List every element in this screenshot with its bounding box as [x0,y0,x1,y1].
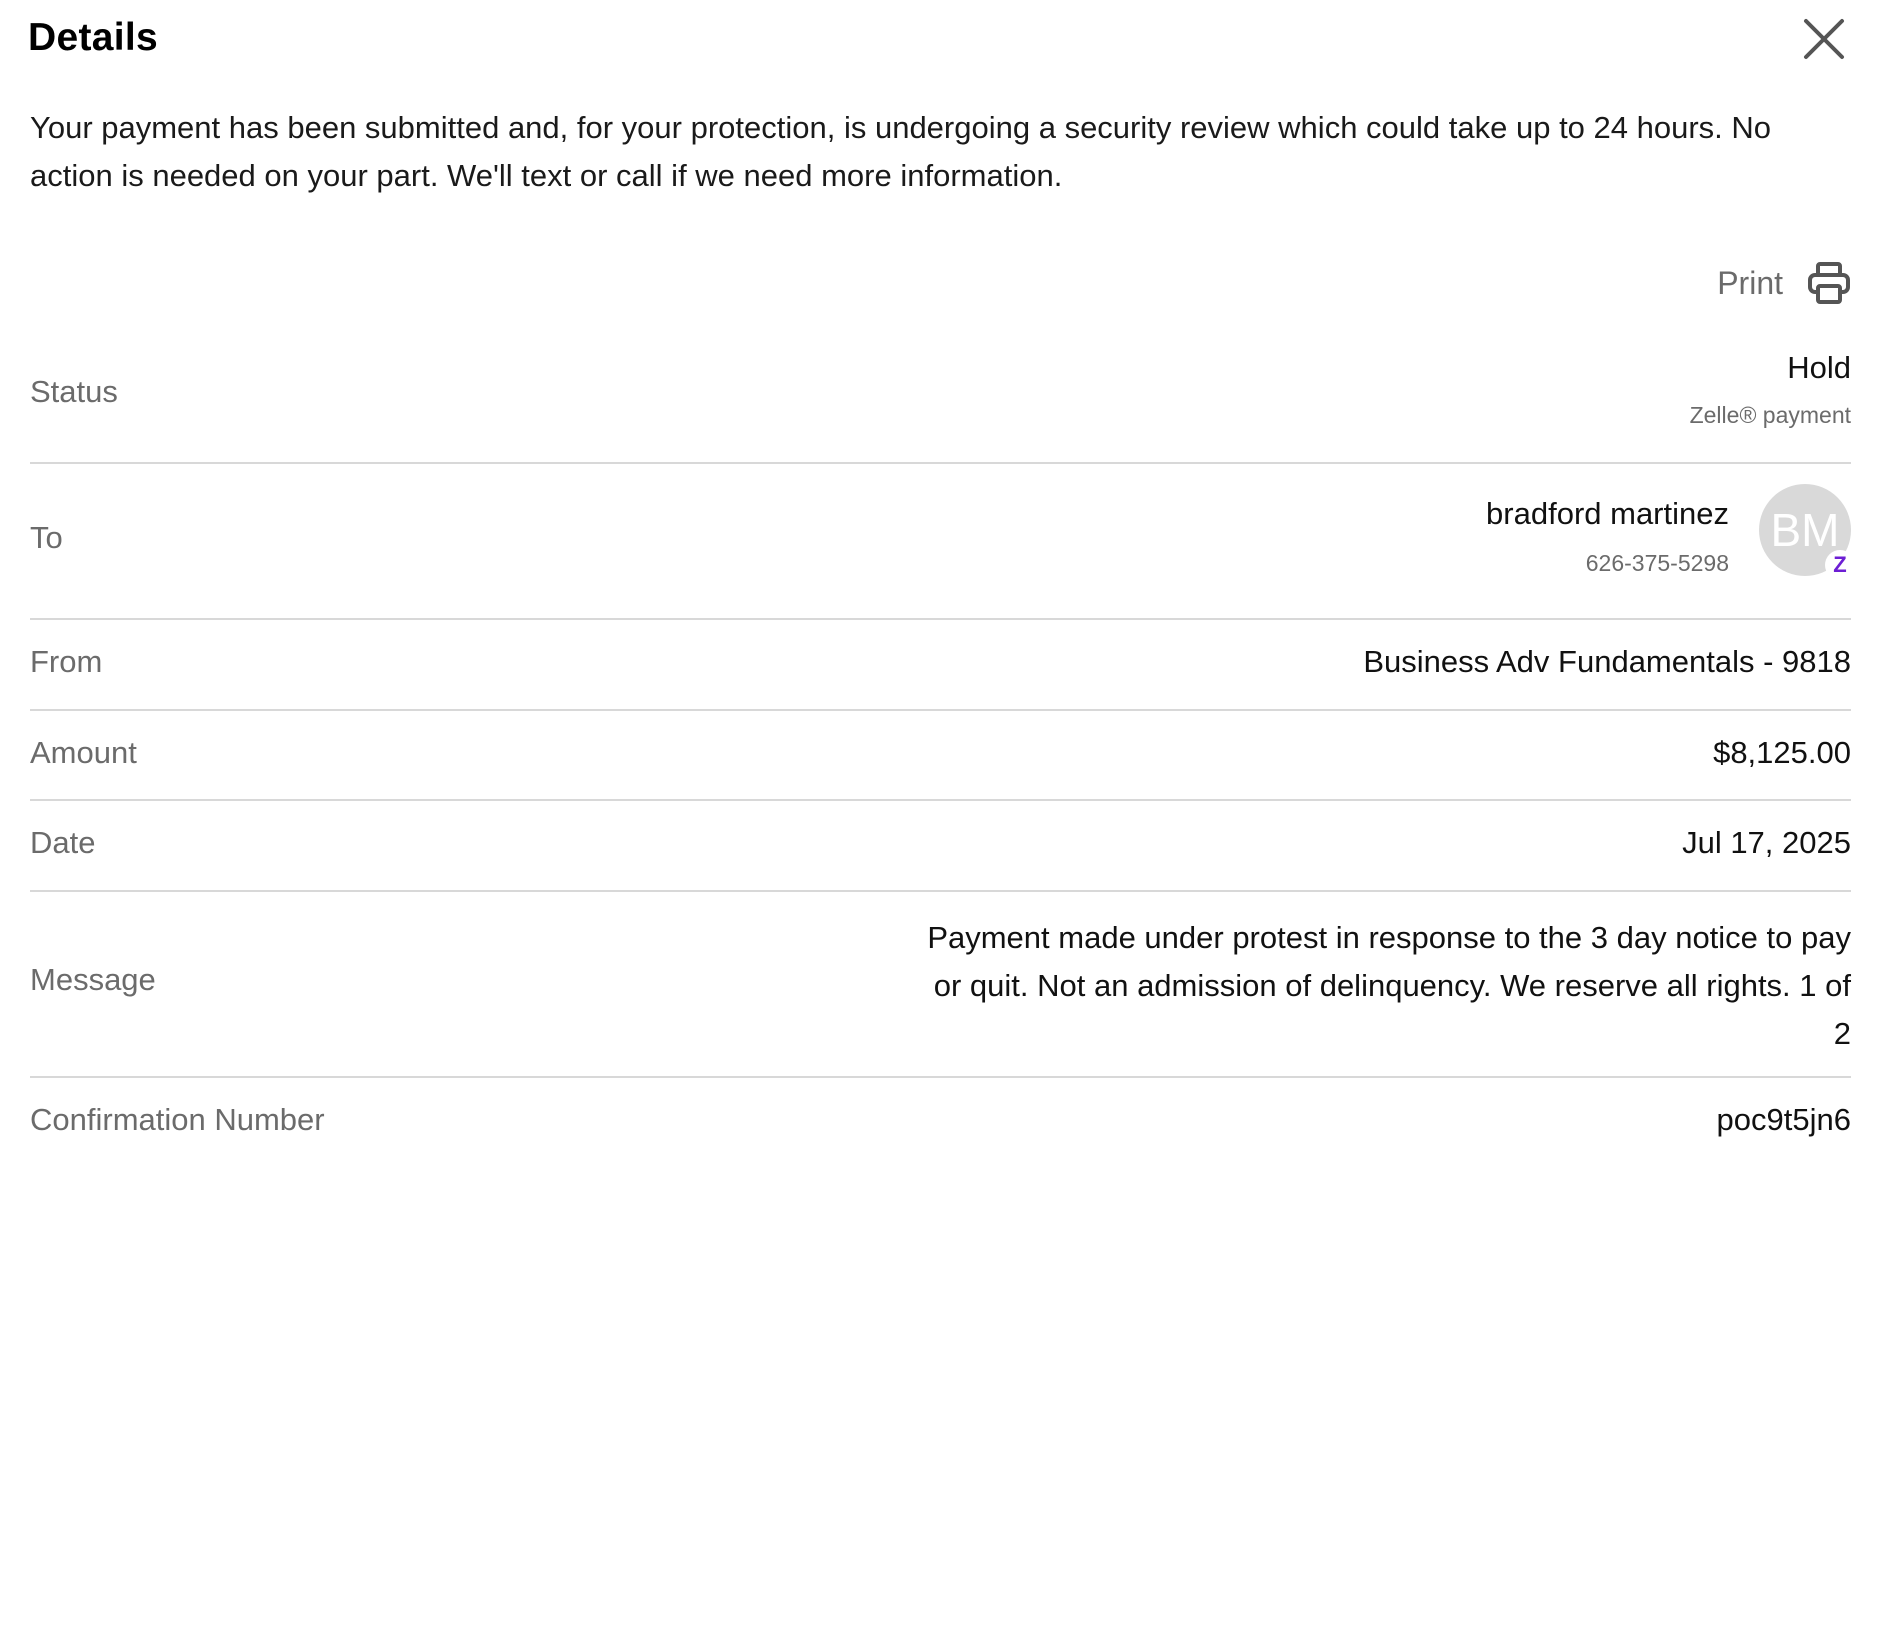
from-account: Business Adv Fundamentals - 9818 [1363,644,1851,679]
avatar-initials: BM [1770,504,1840,556]
recipient-row: To bradford martinez 626-375-5298 BM Z [30,464,1855,620]
from-label: From [30,644,103,679]
print-button[interactable]: Print [1717,258,1851,308]
panel-header: Details [28,0,1851,84]
message-text: Payment made under protest in response t… [927,914,1851,1058]
status-row: Status Hold Zelle® payment [30,338,1851,464]
status-value: Hold [1787,350,1851,385]
details-list: Status Hold Zelle® payment To bradford m… [30,338,1855,1168]
recipient-name: bradford martinez [1486,496,1729,531]
payment-type: Zelle® payment [1689,402,1851,428]
close-button[interactable] [1797,12,1851,66]
close-icon [1804,19,1844,59]
message-line-1: Payment made under protest in response t… [927,920,1851,955]
zelle-glyph: Z [1833,552,1847,577]
status-label: Status [30,374,118,409]
avatar: BM Z [1759,484,1855,580]
recipient-phone: 626-375-5298 [1585,550,1729,576]
amount-label: Amount [30,735,137,770]
page-title: Details [28,16,158,59]
to-label: To [30,520,63,555]
date-label: Date [30,825,96,860]
confirmation-number: poc9t5jn6 [1716,1102,1851,1137]
printer-icon [1807,261,1851,305]
confirmation-row: Confirmation Number poc9t5jn6 [30,1078,1851,1168]
date-row: Date Jul 17, 2025 [30,801,1851,892]
message-label: Message [30,962,156,997]
security-review-notice: Your payment has been submitted and, for… [30,110,1772,193]
message-row: Message Payment made under protest in re… [30,892,1851,1078]
from-row: From Business Adv Fundamentals - 9818 [30,620,1851,711]
amount-row: Amount $8,125.00 [30,711,1851,801]
message-line-3: 2 [1833,1016,1851,1051]
zelle-badge-icon: Z [1825,550,1855,580]
print-label: Print [1717,264,1783,301]
amount-value: $8,125.00 [1713,735,1851,770]
details-panel: Details Your payment has been submitted … [28,0,1855,1137]
date-value: Jul 17, 2025 [1682,825,1851,860]
confirmation-label: Confirmation Number [30,1102,325,1137]
message-line-2: or quit. Not an admission of delinquency… [933,968,1851,1003]
